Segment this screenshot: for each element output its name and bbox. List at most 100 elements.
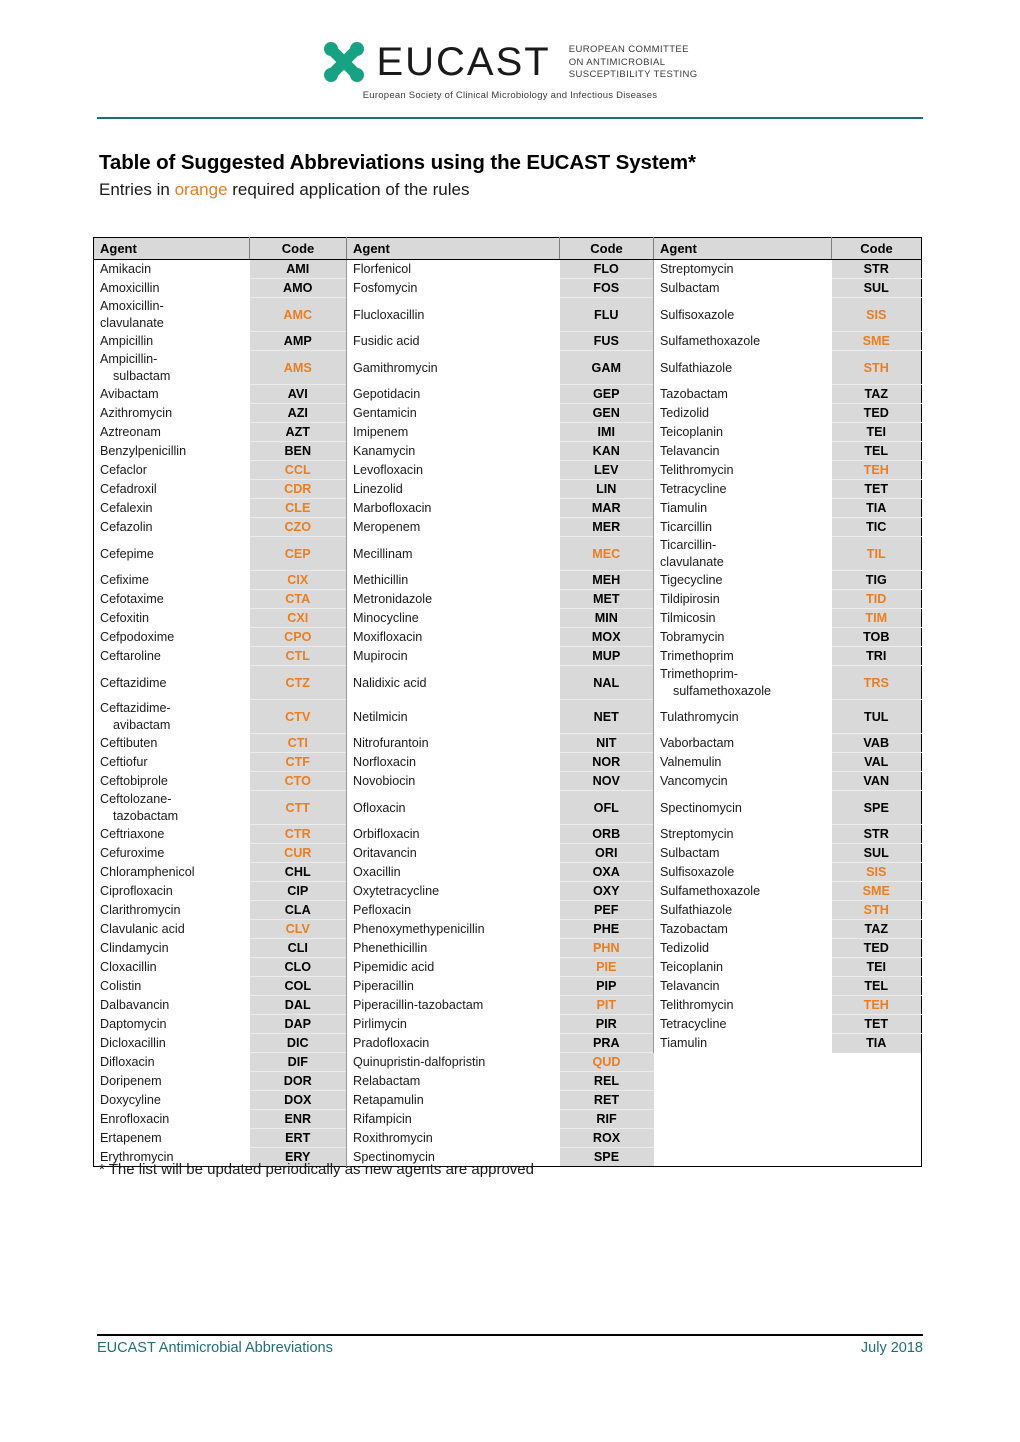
cell-agent-3: Sulfamethoxazole [653, 331, 832, 351]
cell-code-2: ORI [559, 843, 654, 863]
cell-code-3: SME [831, 331, 922, 351]
cell-code-3: STH [831, 350, 922, 385]
cell-agent-2: Pradofloxacin [346, 1033, 560, 1053]
cell-agent-1: Aztreonam [93, 422, 250, 442]
cell-code-2: KAN [559, 441, 654, 461]
cell-agent-3: Tedizolid [653, 403, 832, 423]
table-row: Amoxicillin-clavulanate AMC Flucloxacillin… [93, 297, 922, 332]
cell-agent-3 [653, 1090, 832, 1110]
cell-agent-3: Telithromycin [653, 995, 832, 1015]
table-row: Ceftolozane-tazobactam CTT Ofloxacin OFL Spe… [93, 790, 922, 825]
table-row: Dicloxacillin DIC Pradofloxacin PRA Tiamulin… [93, 1033, 922, 1053]
header-code-1: Code [249, 237, 347, 260]
cell-agent-1: Dicloxacillin [93, 1033, 250, 1053]
cell-code-3: SUL [831, 843, 922, 863]
cell-code-1: CLV [249, 919, 347, 939]
cell-code-1: CTF [249, 752, 347, 772]
cell-code-2: MAR [559, 498, 654, 518]
cell-agent-2: Rifampicin [346, 1109, 560, 1129]
header-code-2: Code [559, 237, 654, 260]
cell-code-3: TIA [831, 1033, 922, 1053]
cell-code-2: FLU [559, 297, 654, 332]
table-row: Chloramphenicol CHL Oxacillin OXA Sulfisoxaz… [93, 862, 922, 882]
table-row: Avibactam AVI Gepotidacin GEP Tazobactam TAZ [93, 384, 922, 404]
cell-agent-3: Tedizolid [653, 938, 832, 958]
cell-code-2: PHE [559, 919, 654, 939]
table-row: Ceftiofur CTF Norfloxacin NOR Valnemulin VAL [93, 752, 922, 772]
header-agent-3: Agent [653, 237, 832, 260]
cell-agent-2: Phenethicillin [346, 938, 560, 958]
cell-code-2: MUP [559, 646, 654, 666]
cell-code-2: FOS [559, 278, 654, 298]
cell-agent-1: Clarithromycin [93, 900, 250, 920]
cell-agent-2: Pipemidic acid [346, 957, 560, 977]
cell-code-1: CTI [249, 733, 347, 753]
cell-code-3: TIL [831, 536, 922, 571]
table-footnote: * The list will be updated periodically … [99, 1161, 534, 1178]
cell-agent-2: Retapamulin [346, 1090, 560, 1110]
cell-code-3: TID [831, 589, 922, 609]
cell-agent-2: Novobiocin [346, 771, 560, 791]
table-row: Cefepime CEP Mecillinam MEC Ticarcillin-clav… [93, 536, 922, 571]
cell-code-3-empty [831, 1128, 922, 1148]
cell-agent-2: Nalidixic acid [346, 665, 560, 700]
table-row: Aztreonam AZT Imipenem IMI Teicoplanin TEI [93, 422, 922, 442]
table-row: Doripenem DOR Relabactam REL [93, 1071, 922, 1091]
cell-agent-3: Tazobactam [653, 384, 832, 404]
cell-code-1: AZI [249, 403, 347, 423]
logo-row: EUCAST EUROPEAN COMMITTEE ON ANTIMICROBI… [322, 40, 697, 84]
cell-agent-2: Kanamycin [346, 441, 560, 461]
table-row: Cloxacillin CLO Pipemidic acid PIE Teicoplan… [93, 957, 922, 977]
cell-agent-1: Doripenem [93, 1071, 250, 1091]
cell-code-1: DAL [249, 995, 347, 1015]
cell-agent-1: Ceftriaxone [93, 824, 250, 844]
table-row: Cefoxitin CXI Minocycline MIN Tilmicosin TIM [93, 608, 922, 628]
cell-agent-1: Cefoxitin [93, 608, 250, 628]
cell-code-2: OXA [559, 862, 654, 882]
subtitle-highlight: orange [174, 180, 228, 199]
cell-agent-1: Cefotaxime [93, 589, 250, 609]
cell-code-1: CLO [249, 957, 347, 977]
table-row: Benzylpenicillin BEN Kanamycin KAN Telavanci… [93, 441, 922, 461]
table-row: Ampicillin AMP Fusidic acid FUS Sulfamethoxa… [93, 331, 922, 351]
cell-agent-2: Mecillinam [346, 536, 560, 571]
cell-agent-1: Cefpodoxime [93, 627, 250, 647]
cell-code-3: VAL [831, 752, 922, 772]
cell-code-2: REL [559, 1071, 654, 1091]
cell-code-1: CTZ [249, 665, 347, 700]
cell-agent-3: Sulfisoxazole [653, 297, 832, 332]
cell-agent-2: Piperacillin-tazobactam [346, 995, 560, 1015]
cell-code-1: CLI [249, 938, 347, 958]
cell-code-1: AMO [249, 278, 347, 298]
cell-agent-2: Oxytetracycline [346, 881, 560, 901]
cell-agent-3: Vaborbactam [653, 733, 832, 753]
cell-agent-2: Methicillin [346, 570, 560, 590]
cell-code-2: RET [559, 1090, 654, 1110]
cell-agent-1: Cefuroxime [93, 843, 250, 863]
cell-code-1: DIF [249, 1052, 347, 1072]
cell-code-2: LEV [559, 460, 654, 480]
cell-code-2: GEN [559, 403, 654, 423]
cell-code-3: TET [831, 1014, 922, 1034]
cell-agent-2: Fosfomycin [346, 278, 560, 298]
cell-code-3-empty [831, 1052, 922, 1072]
cell-agent-3: Tiamulin [653, 1033, 832, 1053]
cell-code-2: MER [559, 517, 654, 537]
cell-code-1: CDR [249, 479, 347, 499]
cell-agent-1: Clindamycin [93, 938, 250, 958]
cell-code-1: CHL [249, 862, 347, 882]
cell-code-2: PIR [559, 1014, 654, 1034]
cell-code-3-empty [831, 1147, 922, 1167]
page-footer: EUCAST Antimicrobial Abbreviations July … [97, 1340, 923, 1356]
cell-code-1: CUR [249, 843, 347, 863]
cell-agent-2: Flucloxacillin [346, 297, 560, 332]
cell-agent-3: Sulbactam [653, 278, 832, 298]
cell-agent-2: Levofloxacin [346, 460, 560, 480]
cell-agent-3: Streptomycin [653, 259, 832, 279]
cell-agent-2: Roxithromycin [346, 1128, 560, 1148]
cell-code-2: NOR [559, 752, 654, 772]
footer-document-name: EUCAST Antimicrobial Abbreviations [97, 1340, 333, 1356]
eucast-wordmark: EUCAST [376, 40, 551, 84]
table-row: Clindamycin CLI Phenethicillin PHN Tedizolid… [93, 938, 922, 958]
cell-agent-1: Ceftibuten [93, 733, 250, 753]
